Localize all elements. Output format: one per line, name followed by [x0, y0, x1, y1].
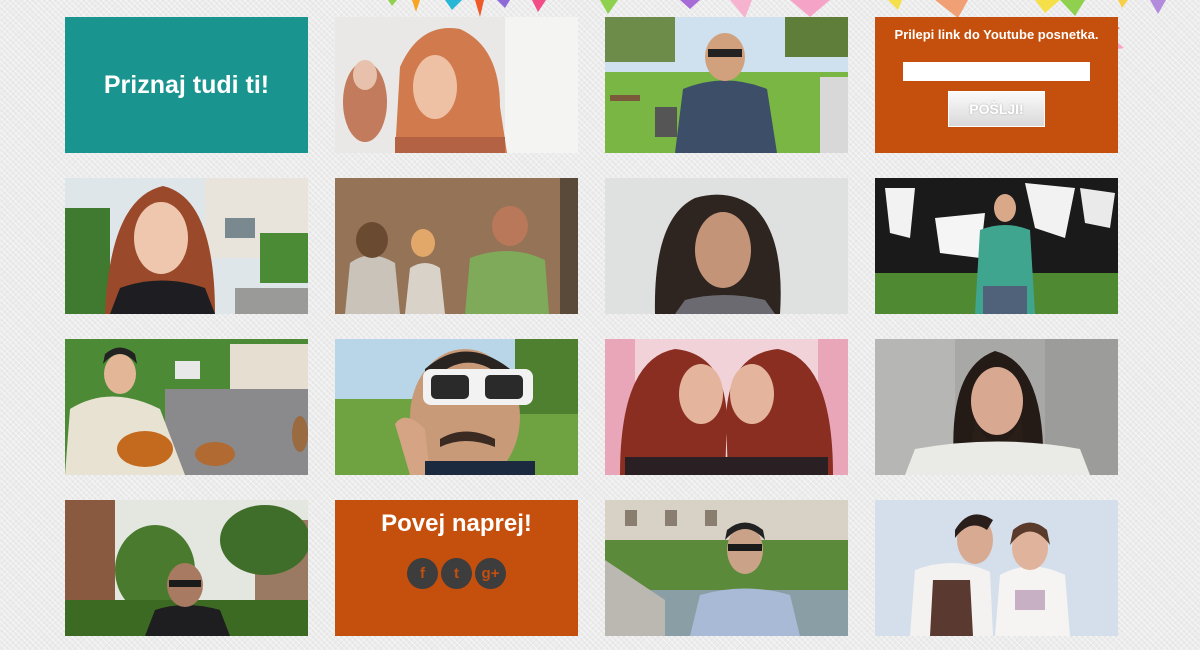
header-tile: Priznaj tudi ti! — [65, 17, 308, 153]
video-thumbnail-image — [875, 178, 1118, 314]
video-thumbnail-image — [65, 339, 308, 475]
twitter-glyph: t — [454, 565, 459, 582]
video-thumbnail[interactable] — [605, 178, 848, 314]
video-thumbnail-image — [335, 339, 578, 475]
video-thumbnail[interactable] — [65, 500, 308, 636]
video-thumbnail-image — [65, 178, 308, 314]
facebook-icon[interactable]: f — [407, 558, 438, 589]
send-button[interactable]: POŠLJI! — [948, 91, 1045, 127]
video-thumbnail-image — [605, 500, 848, 636]
video-thumbnail-image — [605, 339, 848, 475]
video-thumbnail[interactable] — [875, 178, 1118, 314]
facebook-glyph: f — [420, 565, 425, 582]
video-thumbnail-image — [875, 339, 1118, 475]
submit-label: Prilepi link do Youtube posnetka. — [894, 27, 1099, 42]
google-plus-glyph: g+ — [481, 565, 500, 582]
video-thumbnail-image — [335, 178, 578, 314]
video-thumbnail[interactable] — [875, 339, 1118, 475]
video-thumbnail[interactable] — [335, 17, 578, 153]
video-thumbnail[interactable] — [875, 500, 1118, 636]
video-thumbnail-image — [65, 500, 308, 636]
twitter-icon[interactable]: t — [441, 558, 472, 589]
youtube-url-input[interactable] — [903, 62, 1090, 81]
submit-video-tile: Prilepi link do Youtube posnetka. POŠLJI… — [875, 17, 1118, 153]
video-grid: Priznaj tudi ti! Prilepi link do Youtube… — [65, 17, 1118, 636]
video-thumbnail[interactable] — [335, 339, 578, 475]
video-thumbnail-image — [335, 17, 578, 153]
video-thumbnail[interactable] — [605, 500, 848, 636]
video-thumbnail-image — [605, 17, 848, 153]
social-buttons: f t g+ — [335, 558, 578, 589]
video-thumbnail[interactable] — [65, 178, 308, 314]
video-thumbnail[interactable] — [65, 339, 308, 475]
video-thumbnail[interactable] — [335, 178, 578, 314]
video-thumbnail-image — [605, 178, 848, 314]
google-plus-icon[interactable]: g+ — [475, 558, 506, 589]
share-tile: Povej naprej! f t g+ — [335, 500, 578, 636]
video-thumbnail-image — [875, 500, 1118, 636]
video-thumbnail[interactable] — [605, 339, 848, 475]
page-title: Priznaj tudi ti! — [103, 70, 270, 99]
video-thumbnail[interactable] — [605, 17, 848, 153]
share-title: Povej naprej! — [381, 510, 532, 537]
